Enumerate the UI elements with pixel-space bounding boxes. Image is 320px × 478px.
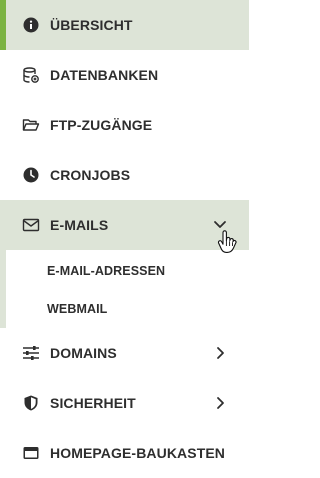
- clock-icon: [22, 166, 40, 184]
- sliders-icon: [22, 344, 40, 362]
- nav-item-label: ÜBERSICHT: [50, 17, 133, 33]
- e-mails-submenu: E-MAIL-ADRESSEN WEBMAIL: [0, 250, 249, 328]
- submenu-accent-bar: [0, 250, 6, 328]
- sidebar-nav: ÜBERSICHT DATENBANKEN FTP-ZUGÄNGE CRONJO…: [0, 0, 249, 467]
- nav-item-uebersicht[interactable]: ÜBERSICHT: [0, 0, 249, 50]
- info-icon: [22, 16, 40, 34]
- nav-item-label: CRONJOBS: [50, 167, 131, 183]
- shield-icon: [22, 394, 40, 412]
- chevron-down-icon[interactable]: [213, 217, 227, 233]
- nav-item-label: DOMAINS: [50, 345, 117, 361]
- nav-item-cronjobs[interactable]: CRONJOBS: [0, 150, 249, 200]
- nav-item-label: SICHERHEIT: [50, 395, 136, 411]
- nav-item-domains[interactable]: DOMAINS: [0, 328, 249, 378]
- nav-item-homepage-baukasten[interactable]: HOMEPAGE-BAUKASTEN: [0, 428, 249, 478]
- submenu-item-e-mail-adressen[interactable]: E-MAIL-ADRESSEN: [47, 264, 165, 278]
- window-icon: [22, 444, 40, 462]
- folder-open-icon: [22, 116, 40, 134]
- submenu-item-webmail[interactable]: WEBMAIL: [47, 302, 107, 316]
- nav-item-ftp-zugaenge[interactable]: FTP-ZUGÄNGE: [0, 100, 249, 150]
- nav-item-label: HOMEPAGE-BAUKASTEN: [50, 445, 225, 461]
- nav-item-label: FTP-ZUGÄNGE: [50, 117, 153, 133]
- database-icon: [22, 66, 40, 84]
- nav-item-e-mails[interactable]: E-MAILS: [0, 200, 249, 250]
- envelope-icon: [22, 216, 40, 234]
- chevron-right-icon[interactable]: [213, 345, 227, 361]
- nav-item-label: DATENBANKEN: [50, 67, 159, 83]
- nav-item-datenbanken[interactable]: DATENBANKEN: [0, 50, 249, 100]
- chevron-right-icon[interactable]: [213, 395, 227, 411]
- nav-item-label: E-MAILS: [50, 217, 109, 233]
- nav-item-sicherheit[interactable]: SICHERHEIT: [0, 378, 249, 428]
